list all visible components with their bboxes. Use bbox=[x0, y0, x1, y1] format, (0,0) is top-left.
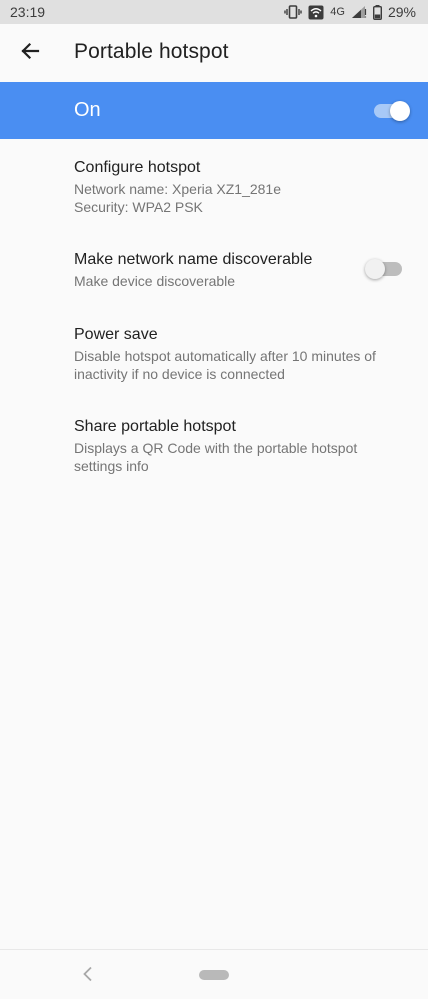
item-title: Configure hotspot bbox=[74, 159, 201, 176]
item-title: Power save bbox=[74, 326, 158, 343]
status-bar: 23:19 4G 29% bbox=[0, 0, 428, 24]
nav-back-icon[interactable] bbox=[82, 966, 94, 987]
share-hotspot-item[interactable]: Share portable hotspot Displays a QR Cod… bbox=[74, 417, 408, 475]
item-summary: Displays a QR Code with the portable hot… bbox=[74, 439, 408, 475]
summary-line: Displays a QR Code with the portable hot… bbox=[74, 440, 358, 456]
summary-line: settings info bbox=[74, 458, 149, 474]
master-switch-bar[interactable]: On bbox=[0, 82, 428, 139]
network-name-text: Network name: Xperia XZ1_281e bbox=[74, 181, 281, 197]
status-icons: 4G 29% bbox=[284, 4, 416, 20]
toggle-thumb bbox=[365, 259, 385, 279]
item-title: Make network name discoverable bbox=[74, 251, 313, 268]
status-time: 23:19 bbox=[10, 4, 46, 20]
summary-line: Disable hotspot automatically after 10 m… bbox=[74, 348, 376, 364]
app-bar: Portable hotspot bbox=[0, 24, 428, 82]
summary-line: inactivity if no device is connected bbox=[74, 366, 285, 382]
page-title: Portable hotspot bbox=[74, 40, 229, 63]
network-type: 4G bbox=[330, 6, 345, 18]
arrow-left-icon bbox=[20, 41, 40, 66]
master-toggle-switch[interactable] bbox=[374, 101, 410, 121]
nav-home-pill[interactable] bbox=[199, 970, 229, 980]
configure-hotspot-item[interactable]: Configure hotspot Network name: Xperia X… bbox=[74, 158, 408, 216]
item-title: Share portable hotspot bbox=[74, 418, 236, 435]
navigation-bar bbox=[0, 949, 428, 999]
power-save-item[interactable]: Power save Disable hotspot automatically… bbox=[74, 325, 408, 383]
security-text: Security: WPA2 PSK bbox=[74, 199, 203, 215]
item-summary: Network name: Xperia XZ1_281e Security: … bbox=[74, 180, 408, 216]
master-switch-label: On bbox=[74, 99, 101, 121]
toggle-thumb bbox=[390, 101, 410, 121]
battery-icon bbox=[372, 4, 382, 20]
vibrate-icon bbox=[284, 5, 302, 19]
discoverable-toggle-switch[interactable] bbox=[365, 259, 402, 279]
wifi-hotspot-icon bbox=[308, 5, 324, 20]
discoverable-item[interactable]: Make network name discoverable Make devi… bbox=[74, 250, 408, 290]
signal-icon bbox=[351, 5, 367, 19]
item-summary: Make device discoverable bbox=[74, 272, 408, 290]
back-button[interactable] bbox=[2, 24, 58, 82]
battery-percent: 29% bbox=[387, 4, 416, 20]
item-summary: Disable hotspot automatically after 10 m… bbox=[74, 347, 408, 383]
summary-line: Make device discoverable bbox=[74, 273, 236, 289]
